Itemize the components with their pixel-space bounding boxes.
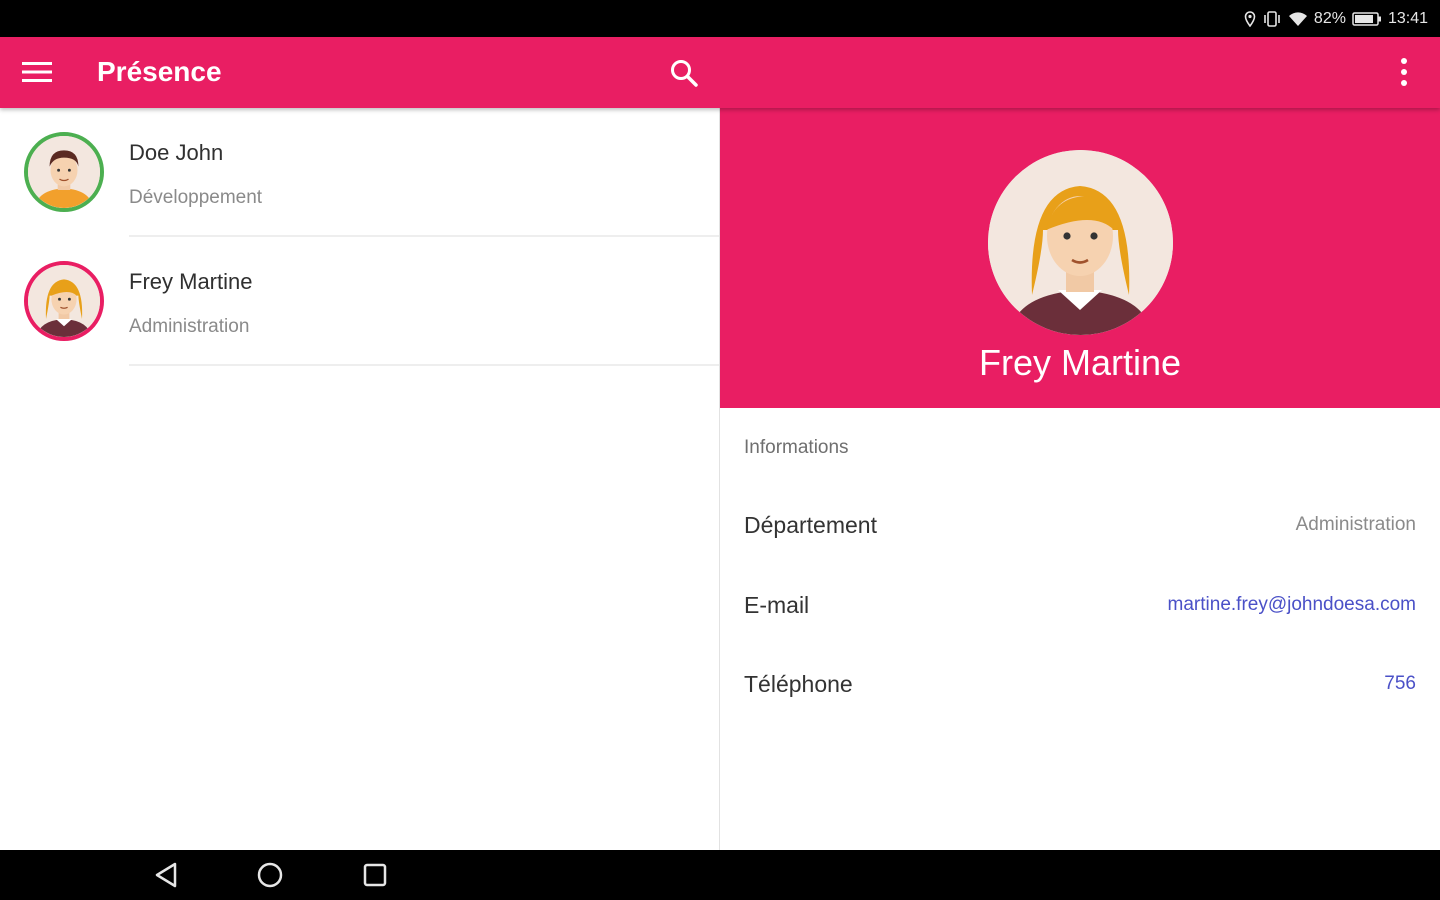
back-triangle-icon[interactable] bbox=[151, 860, 181, 890]
female-avatar-icon bbox=[988, 150, 1173, 335]
app-title: Présence bbox=[97, 56, 222, 87]
email-link[interactable]: martine.frey@johndoesa.com bbox=[1168, 594, 1416, 616]
male-avatar-icon bbox=[28, 136, 100, 208]
location-icon bbox=[1244, 10, 1256, 27]
info-row-phone: Téléphone 756 bbox=[744, 671, 1416, 711]
clock: 13:41 bbox=[1387, 9, 1428, 27]
info-key: E-mail bbox=[744, 592, 810, 618]
hamburger-menu-icon[interactable] bbox=[22, 59, 52, 85]
info-key: Département bbox=[744, 512, 877, 538]
status-icons: 82% 13:41 bbox=[1244, 0, 1428, 37]
detail-name: Frey Martine bbox=[978, 342, 1182, 383]
status-bar: 82% 13:41 bbox=[0, 0, 1440, 37]
phone-link[interactable]: 756 bbox=[1384, 673, 1416, 695]
wifi-icon bbox=[1288, 11, 1307, 26]
battery-icon bbox=[1352, 11, 1381, 26]
detail-avatar bbox=[988, 150, 1173, 335]
detail-body: Informations Département Administration … bbox=[720, 408, 1440, 850]
contact-item[interactable]: Frey Martine Administration bbox=[0, 237, 719, 366]
home-circle-icon[interactable] bbox=[255, 860, 285, 890]
detail-header: Frey Martine bbox=[720, 108, 1440, 408]
info-key: Téléphone bbox=[744, 671, 853, 697]
more-vertical-icon[interactable] bbox=[1394, 55, 1414, 89]
contact-department: Développement bbox=[129, 187, 263, 208]
vibrate-icon bbox=[1264, 10, 1280, 27]
info-row-email: E-mail martine.frey@johndoesa.com bbox=[744, 592, 1416, 632]
battery-percent: 82% bbox=[1313, 9, 1346, 27]
female-avatar-icon bbox=[28, 265, 100, 337]
info-value: Administration bbox=[1295, 514, 1416, 535]
avatar-martine bbox=[24, 261, 104, 341]
info-row-department: Département Administration bbox=[744, 512, 1416, 552]
recents-square-icon[interactable] bbox=[360, 860, 390, 890]
app-bar: Présence bbox=[0, 37, 1440, 108]
search-icon[interactable] bbox=[668, 57, 700, 89]
contact-name: Doe John bbox=[129, 140, 224, 165]
contact-item[interactable]: Doe John Développement bbox=[0, 108, 719, 237]
navigation-bar bbox=[0, 850, 1440, 900]
avatar-john bbox=[24, 132, 104, 212]
contact-list: Doe John Développement Frey Martine Admi… bbox=[0, 108, 719, 850]
section-label: Informations bbox=[744, 437, 849, 458]
contact-name: Frey Martine bbox=[129, 269, 253, 294]
list-divider bbox=[129, 364, 719, 366]
contact-department: Administration bbox=[129, 316, 250, 337]
